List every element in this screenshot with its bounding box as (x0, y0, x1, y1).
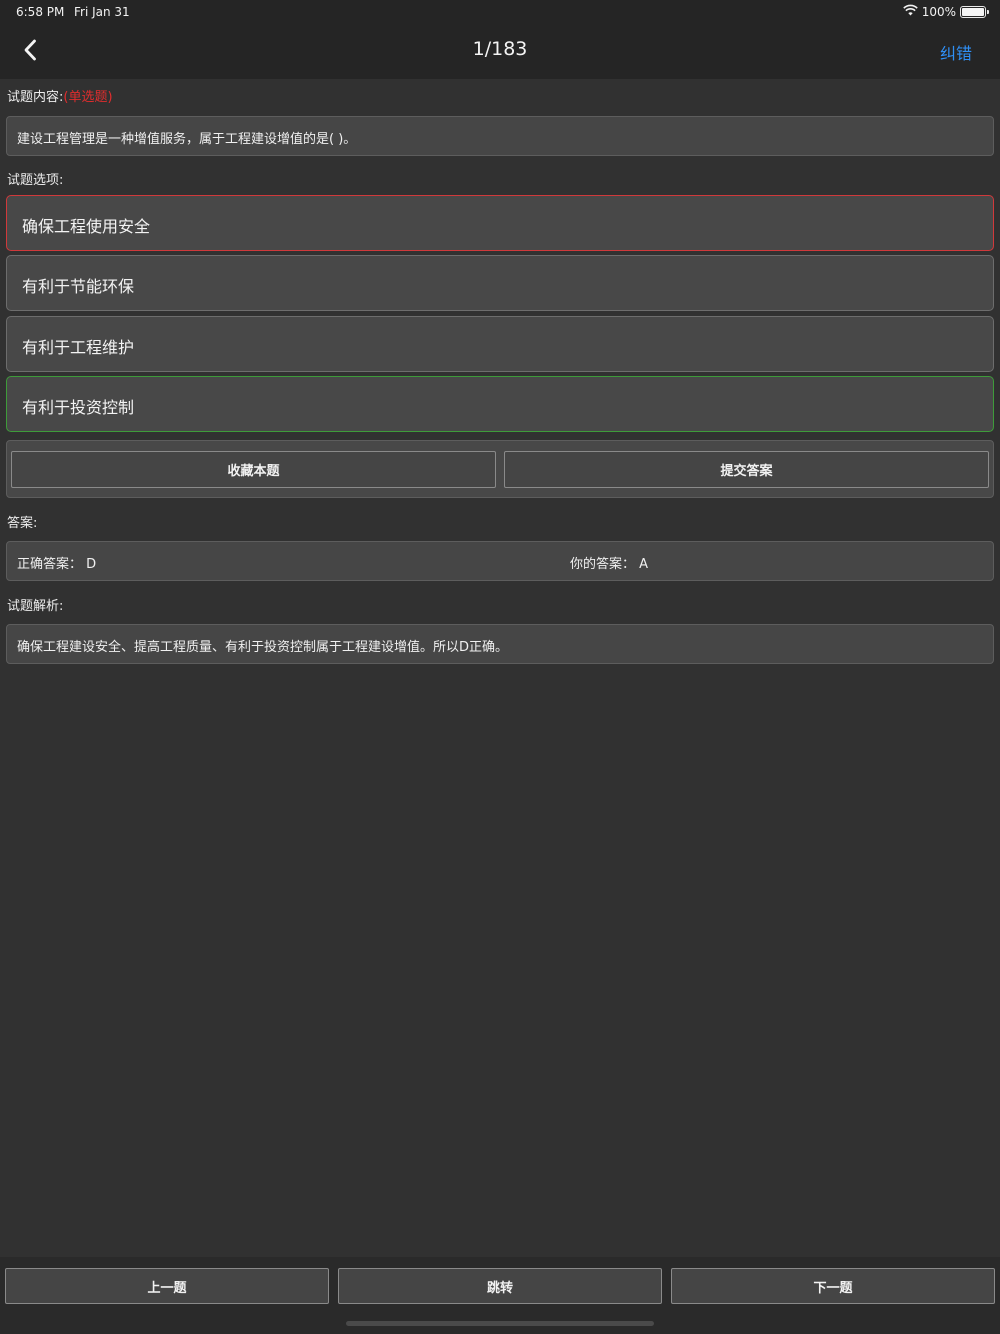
question-text-box: 建设工程管理是一种增值服务，属于工程建设增值的是( )。 (6, 116, 994, 156)
option-text: 有利于节能环保 (22, 277, 135, 296)
submit-answer-button[interactable]: 提交答案 (504, 451, 989, 488)
your-answer-label: 你的答案： (570, 557, 636, 572)
action-row: 收藏本题 提交答案 (6, 440, 994, 498)
battery-fill (962, 7, 984, 16)
question-label: 试题内容: (7, 90, 64, 105)
answer-label: 答案: (7, 516, 38, 531)
status-bar: 6:58 PM Fri Jan 31 100% (0, 0, 1000, 24)
page-title: 1/183 (472, 38, 528, 60)
option-text: 有利于投资控制 (22, 398, 135, 417)
favorite-button[interactable]: 收藏本题 (11, 451, 496, 488)
battery-nub (987, 9, 989, 14)
nav-bar: 1/183 纠错 (0, 24, 1000, 79)
jump-button[interactable]: 跳转 (338, 1268, 662, 1304)
option-b[interactable]: 有利于节能环保 (6, 255, 994, 311)
report-error-button[interactable]: 纠错 (940, 40, 972, 64)
wifi-icon (902, 4, 918, 19)
quiz-page: 6:58 PM Fri Jan 31 100% 1/183 纠错 试题内容:(单… (0, 0, 1000, 1334)
next-question-button[interactable]: 下一题 (671, 1268, 995, 1304)
question-label-row: 试题内容:(单选题) (7, 86, 113, 105)
battery-icon (960, 5, 989, 18)
analysis-text: 确保工程建设安全、提高工程质量、有利于投资控制属于工程建设增值。所以D正确。 (17, 640, 509, 655)
analysis-label: 试题解析: (7, 599, 64, 614)
correct-answer-value: D (86, 557, 97, 572)
question-text: 建设工程管理是一种增值服务，属于工程建设增值的是( )。 (17, 132, 357, 147)
option-a[interactable]: 确保工程使用安全 (6, 195, 994, 251)
correct-answer-label: 正确答案： (17, 557, 83, 572)
status-time: 6:58 PM (16, 5, 65, 19)
option-d[interactable]: 有利于投资控制 (6, 376, 994, 432)
question-type-tag: (单选题) (63, 90, 113, 105)
options-label: 试题选项: (7, 173, 64, 188)
option-text: 确保工程使用安全 (22, 217, 151, 236)
prev-question-button[interactable]: 上一题 (5, 1268, 329, 1304)
your-answer: 你的答案： A (570, 553, 648, 572)
status-indicators: 100% (902, 4, 989, 19)
battery-percent: 100% (921, 4, 956, 19)
answer-box: 正确答案： D 你的答案： A (6, 541, 994, 581)
analysis-box: 确保工程建设安全、提高工程质量、有利于投资控制属于工程建设增值。所以D正确。 (6, 624, 994, 664)
status-date: Fri Jan 31 (74, 5, 130, 19)
option-text: 有利于工程维护 (22, 338, 135, 357)
home-indicator[interactable] (346, 1321, 654, 1326)
option-c[interactable]: 有利于工程维护 (6, 316, 994, 372)
your-answer-value: A (639, 557, 649, 572)
correct-answer: 正确答案： D (17, 557, 96, 572)
